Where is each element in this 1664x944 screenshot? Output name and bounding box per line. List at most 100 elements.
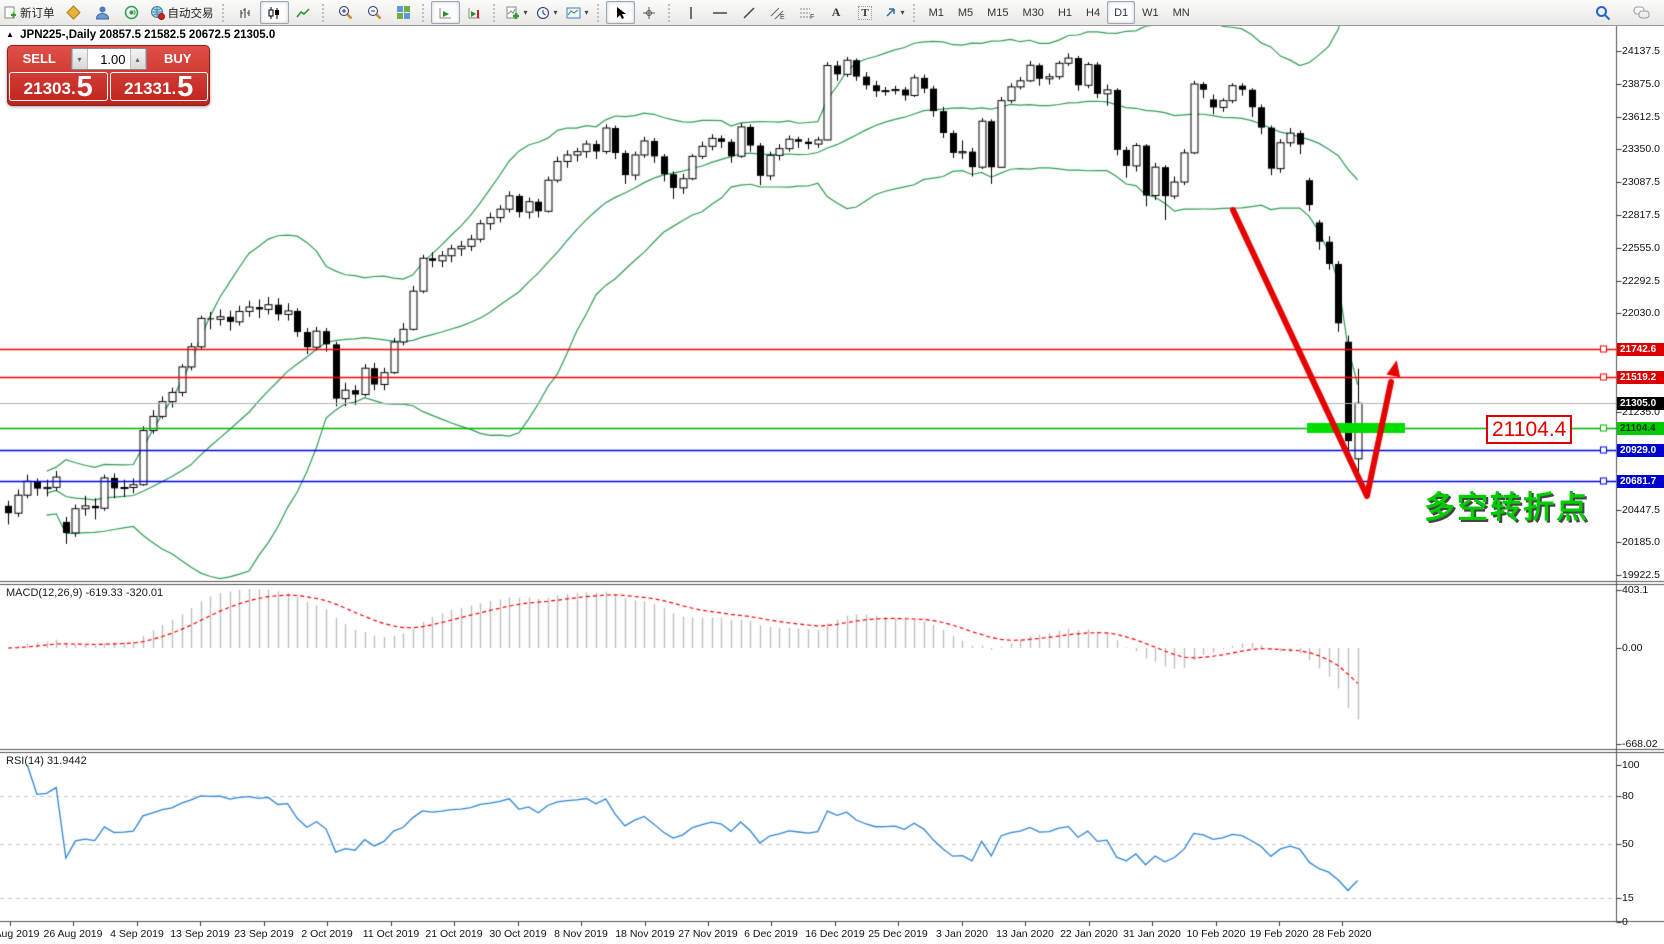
fibonacci-button[interactable]: F (793, 1, 822, 24)
dropdown-caret: ▾ (585, 8, 589, 17)
signals-button[interactable] (117, 1, 146, 24)
indicators-icon (506, 6, 520, 20)
dropdown-caret: ▾ (554, 8, 558, 17)
dropdown-caret: ▾ (901, 8, 905, 17)
sell-price-pips: 5 (77, 75, 93, 99)
timeframe-button-m1[interactable]: M1 (922, 1, 951, 24)
ohlc-values: 20857.5 21582.5 20672.5 21305.0 (99, 29, 275, 41)
autoscroll-button[interactable] (431, 1, 460, 24)
indicators-button[interactable]: ▾ (502, 1, 532, 24)
crosshair-button[interactable] (635, 1, 664, 24)
quotes-button[interactable] (59, 1, 88, 24)
tile-windows-button[interactable] (389, 1, 418, 24)
autotrading-icon (150, 5, 165, 20)
zoom-in-button[interactable] (331, 1, 360, 24)
svg-text:F: F (810, 14, 814, 20)
timeframe-button-h1[interactable]: H1 (1051, 1, 1079, 24)
fibonacci-icon: F (799, 6, 815, 20)
timeframe-button-w1[interactable]: W1 (1135, 1, 1166, 24)
sell-button[interactable]: SELL (8, 46, 71, 72)
toolbar-grip (493, 4, 499, 22)
buy-price-pips: 5 (177, 75, 193, 99)
bar-chart-button[interactable] (231, 1, 260, 24)
toolbar-grip (422, 4, 428, 22)
volume-decrease-button[interactable]: ▾ (72, 49, 88, 69)
toolbar: 新订单 自动交易 (0, 0, 1664, 26)
trendline-button[interactable] (735, 1, 764, 24)
chart-shift-icon (467, 6, 482, 20)
buy-price: 21331. (124, 79, 176, 99)
chat-icon (1633, 5, 1651, 20)
vertical-line-icon (686, 6, 696, 20)
text-tool-icon: A (832, 5, 841, 20)
candlestick-icon (267, 6, 281, 20)
horizontal-line-icon (712, 6, 728, 20)
trendline-icon (742, 6, 756, 20)
toolbar-grip (913, 4, 919, 22)
timeframe-group: M1M5M15M30H1H4D1W1MN (922, 1, 1197, 24)
collapse-icon: ▲ (6, 30, 14, 39)
template-icon (566, 6, 581, 20)
chart-canvas[interactable] (0, 0, 1664, 944)
macd-label: MACD(12,26,9) -619.33 -320.01 (6, 587, 163, 599)
chat-button[interactable] (1627, 1, 1656, 24)
sell-price: 21303. (24, 79, 76, 99)
search-button[interactable] (1588, 1, 1617, 24)
new-order-button[interactable]: 新订单 (0, 1, 59, 24)
timeframe-button-m15[interactable]: M15 (980, 1, 1015, 24)
channel-button[interactable]: E (764, 1, 793, 24)
crosshair-icon (642, 6, 656, 20)
dropdown-caret: ▾ (524, 8, 528, 17)
sell-price-button[interactable]: 21303. 5 (9, 72, 108, 101)
toolbar-grip (668, 4, 674, 22)
timeframe-button-d1[interactable]: D1 (1107, 1, 1135, 24)
buy-price-button[interactable]: 21331. 5 (110, 72, 209, 101)
periods-button[interactable]: ▾ (532, 1, 562, 24)
label-button[interactable]: T (851, 1, 880, 24)
timeframe-button-m5[interactable]: M5 (951, 1, 980, 24)
line-chart-icon (296, 6, 310, 20)
channel-icon: E (770, 6, 786, 20)
toolbar-right (1588, 1, 1656, 24)
zoom-out-button[interactable] (360, 1, 389, 24)
toolbar-grip (597, 4, 603, 22)
data-window-button[interactable] (88, 1, 117, 24)
chart-title: ▲ JPN225-,Daily 20857.5 21582.5 20672.5 … (6, 29, 275, 41)
toolbar-grip (222, 4, 228, 22)
tile-windows-icon (396, 5, 411, 20)
new-order-icon (4, 6, 17, 19)
one-click-trading-panel: SELL ▾ 1.00 ▴ BUY 21303. 5 21331. 5 (7, 45, 210, 106)
toolbar-grip (322, 4, 328, 22)
templates-button[interactable]: ▾ (562, 1, 593, 24)
horizontal-line-button[interactable] (706, 1, 735, 24)
search-icon (1595, 5, 1611, 21)
turning-point-text: 多空转折点 (1424, 482, 1589, 527)
cursor-button[interactable] (606, 1, 635, 24)
price-annotation-box: 21104.4 (1486, 415, 1572, 444)
chart-shift-button[interactable] (460, 1, 489, 24)
cursor-icon (614, 6, 627, 20)
broadcast-icon (124, 5, 139, 20)
diamond-icon (66, 5, 81, 20)
timeframe-button-m30[interactable]: M30 (1016, 1, 1051, 24)
line-chart-button[interactable] (289, 1, 318, 24)
buy-button[interactable]: BUY (147, 46, 210, 72)
volume-increase-button[interactable]: ▴ (130, 49, 146, 69)
svg-text:E: E (780, 14, 785, 20)
volume-stepper: ▾ 1.00 ▴ (71, 48, 147, 70)
candlestick-chart-button[interactable] (260, 1, 289, 24)
mt4-window: 新订单 自动交易 (0, 0, 1664, 944)
rsi-label: RSI(14) 31.9442 (6, 755, 87, 767)
vertical-line-button[interactable] (677, 1, 706, 24)
label-tool-icon: T (858, 6, 871, 20)
text-button[interactable]: A (822, 1, 851, 24)
arrows-tool-icon (884, 6, 897, 19)
arrows-button[interactable]: ▾ (880, 1, 909, 24)
symbol-period: JPN225-,Daily (20, 29, 96, 41)
zoom-out-icon (367, 5, 382, 20)
volume-value[interactable]: 1.00 (88, 49, 130, 69)
new-order-label: 新订单 (20, 5, 55, 21)
timeframe-button-h4[interactable]: H4 (1079, 1, 1107, 24)
timeframe-button-mn[interactable]: MN (1166, 1, 1197, 24)
autotrading-button[interactable]: 自动交易 (146, 1, 218, 24)
